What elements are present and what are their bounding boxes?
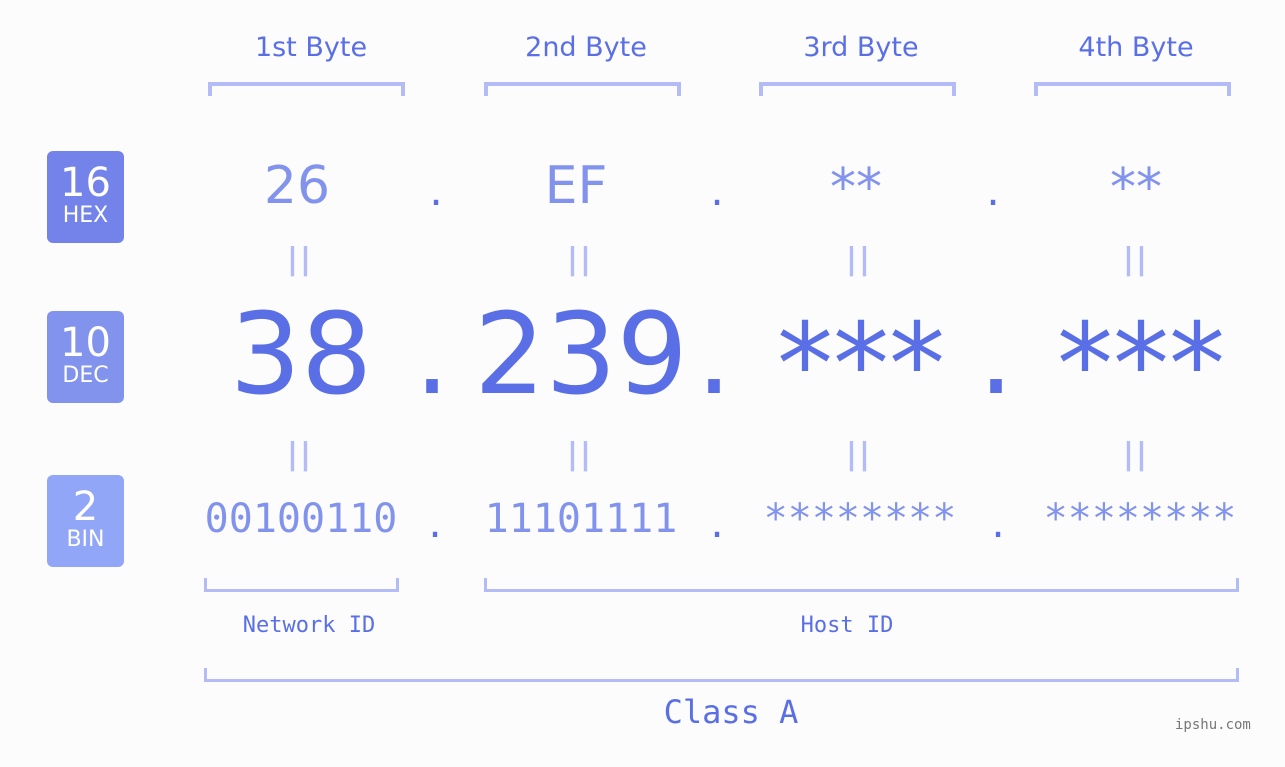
badge-bin: 2 BIN	[47, 475, 124, 567]
class-label: Class A	[663, 693, 799, 731]
byte-bracket-3	[759, 82, 956, 96]
byte-bracket-1	[208, 82, 405, 96]
dec-byte-3: ***	[777, 300, 945, 430]
equals-sign: ||	[846, 242, 872, 277]
byte-header-3: 3rd Byte	[803, 32, 919, 63]
hex-byte-1: 26	[263, 156, 331, 216]
bin-separator-1: .	[428, 498, 442, 547]
equals-sign: ||	[846, 437, 872, 472]
dec-byte-2: 239	[474, 290, 688, 420]
byte-bracket-4	[1034, 82, 1231, 96]
dec-separator-3: .	[978, 290, 1014, 420]
class-bracket	[204, 668, 1239, 682]
badge-dec-label: DEC	[62, 363, 109, 388]
bin-byte-2: 11101111	[484, 496, 678, 542]
dec-byte-4: ***	[1057, 300, 1225, 430]
bin-separator-2: .	[710, 498, 724, 547]
hex-byte-3: **	[830, 158, 882, 218]
hex-byte-2: EF	[544, 156, 608, 216]
badge-bin-label: BIN	[66, 527, 105, 552]
badge-dec: 10 DEC	[47, 311, 124, 403]
badge-bin-num: 2	[72, 484, 99, 530]
equals-sign: ||	[1123, 437, 1149, 472]
network-id-bracket	[204, 578, 399, 592]
badge-hex-num: 16	[60, 160, 111, 206]
host-id-bracket	[484, 578, 1239, 592]
hex-separator-3: .	[986, 166, 1000, 215]
equals-sign: ||	[567, 437, 593, 472]
bin-byte-1: 00100110	[204, 496, 398, 542]
byte-bracket-2	[484, 82, 681, 96]
byte-header-2: 2nd Byte	[525, 32, 647, 63]
equals-sign: ||	[567, 242, 593, 277]
bin-byte-3: ********	[763, 496, 957, 542]
byte-header-1: 1st Byte	[254, 32, 368, 63]
badge-hex-label: HEX	[62, 203, 109, 228]
byte-header-4: 4th Byte	[1078, 32, 1194, 63]
bin-byte-4: ********	[1043, 496, 1237, 542]
hex-separator-1: .	[429, 166, 443, 215]
badge-hex: 16 HEX	[47, 151, 124, 243]
dec-byte-1: 38	[229, 290, 373, 420]
bin-separator-3: .	[991, 498, 1005, 547]
equals-sign: ||	[287, 242, 313, 277]
badge-dec-num: 10	[60, 320, 111, 366]
watermark: ipshu.com	[1175, 717, 1251, 733]
hex-byte-4: **	[1110, 158, 1162, 218]
equals-sign: ||	[287, 437, 313, 472]
dec-separator-2: .	[696, 290, 732, 420]
host-id-label: Host ID	[800, 613, 894, 638]
dec-separator-1: .	[414, 290, 450, 420]
network-id-label: Network ID	[242, 613, 376, 638]
hex-separator-2: .	[710, 166, 724, 215]
equals-sign: ||	[1123, 242, 1149, 277]
